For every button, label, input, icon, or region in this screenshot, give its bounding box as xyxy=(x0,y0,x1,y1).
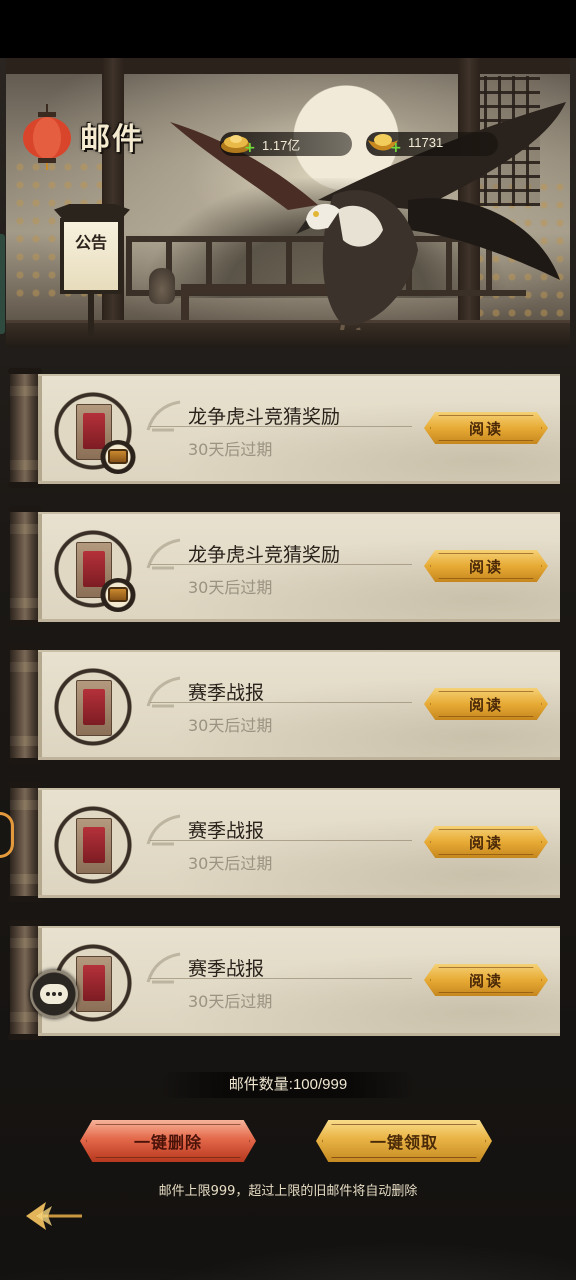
envelope-icon xyxy=(54,668,132,746)
scroll-cap xyxy=(8,482,42,488)
scroll-cap xyxy=(8,368,42,374)
read-button[interactable]: 阅读 xyxy=(424,964,548,996)
scroll-cap xyxy=(8,782,42,788)
envelope-shape xyxy=(76,680,112,736)
back-arrow-icon[interactable] xyxy=(22,1196,84,1236)
scroll-rod xyxy=(8,506,42,626)
mail-item[interactable]: 赛季战报 30天后过期 阅读 xyxy=(8,916,564,1040)
mail-expiry: 30天后过期 xyxy=(188,440,273,459)
paper-edge xyxy=(38,790,42,895)
scroll-band xyxy=(10,386,40,396)
scroll-band xyxy=(10,662,40,672)
scroll-cap xyxy=(8,1034,42,1040)
read-button[interactable]: 阅读 xyxy=(424,688,548,720)
gold-value: 1.17亿 xyxy=(262,138,301,153)
mail-expiry: 30天后过期 xyxy=(188,992,273,1011)
mail-screen: 邮件 公告 + 1.17亿 + 11731 龙争虎斗竞猜奖励 30天后过期 阅读… xyxy=(0,58,576,1280)
mail-subject: 龙争虎斗竞猜奖励 xyxy=(188,544,341,566)
delete-all-button[interactable]: 一键删除 xyxy=(80,1120,256,1162)
envelope-shape xyxy=(76,956,112,1012)
scroll-band xyxy=(10,938,40,948)
scroll-cap xyxy=(8,644,42,650)
scroll-rod xyxy=(8,368,42,488)
paper-edge xyxy=(38,652,42,757)
page-title: 邮件 xyxy=(80,122,144,157)
read-button-label: 阅读 xyxy=(468,557,503,576)
read-button[interactable]: 阅读 xyxy=(424,412,548,444)
read-button-label: 阅读 xyxy=(468,695,503,714)
scroll-band xyxy=(10,524,40,534)
side-edge-tab xyxy=(0,234,5,334)
ink-deco-icon xyxy=(146,676,181,708)
status-bar-area xyxy=(0,0,576,58)
roof-beam xyxy=(6,58,570,74)
mail-subject: 赛季战报 xyxy=(188,958,265,980)
claim-all-button[interactable]: 一键领取 xyxy=(316,1120,492,1162)
claim-all-label: 一键领取 xyxy=(369,1133,438,1152)
mail-expiry: 30天后过期 xyxy=(188,854,273,873)
notice-pole xyxy=(88,294,94,336)
scroll-cap xyxy=(8,758,42,764)
delete-all-label: 一键删除 xyxy=(133,1133,202,1152)
scroll-cap xyxy=(8,920,42,926)
ink-swirl-bg xyxy=(0,1208,576,1280)
mail-item[interactable]: 赛季战报 30天后过期 阅读 xyxy=(8,778,564,902)
scroll-band xyxy=(10,598,40,608)
scroll-cap xyxy=(8,506,42,512)
chat-dot xyxy=(46,992,50,996)
chat-bubble-shape xyxy=(40,984,68,1004)
ink-deco-icon xyxy=(146,952,181,984)
scroll-band xyxy=(10,736,40,746)
read-button-label: 阅读 xyxy=(468,971,503,990)
scroll-rod xyxy=(8,782,42,902)
read-button[interactable]: 阅读 xyxy=(424,826,548,858)
mail-item[interactable]: 龙争虎斗竞猜奖励 30天后过期 阅读 xyxy=(8,364,564,488)
mail-list[interactable]: 龙争虎斗竞猜奖励 30天后过期 阅读 龙争虎斗竞猜奖励 30天后过期 阅读 赛季… xyxy=(6,348,570,1056)
mail-item[interactable]: 赛季战报 30天后过期 阅读 xyxy=(8,640,564,764)
side-float-ring[interactable] xyxy=(0,812,14,858)
gold-currency-display[interactable]: + 1.17亿 xyxy=(220,132,352,156)
mail-subject: 赛季战报 xyxy=(188,682,265,704)
chat-dot xyxy=(52,992,56,996)
scroll-band xyxy=(10,1012,40,1022)
envelope-shape xyxy=(76,818,112,874)
yuanbao-value: 11731 xyxy=(408,135,444,150)
scroll-cap xyxy=(8,620,42,626)
read-button-label: 阅读 xyxy=(468,833,503,852)
chat-dot xyxy=(58,992,62,996)
lantern-icon xyxy=(23,104,71,170)
read-button-label: 阅读 xyxy=(468,419,503,438)
chat-icon[interactable] xyxy=(30,970,78,1018)
mail-limit-hint: 邮件上限999，超过上限的旧邮件将自动删除 xyxy=(158,1184,418,1199)
ink-deco-icon xyxy=(146,400,181,432)
read-button[interactable]: 阅读 xyxy=(424,550,548,582)
paper-edge xyxy=(38,514,42,619)
scroll-band xyxy=(10,800,40,810)
notice-panel: 公告 xyxy=(60,218,122,294)
ink-deco-icon xyxy=(146,538,181,570)
plus-icon: + xyxy=(244,140,256,156)
ink-deco-icon xyxy=(146,814,181,846)
notice-roof xyxy=(54,204,130,218)
mail-expiry: 30天后过期 xyxy=(188,716,273,735)
mail-subject: 龙争虎斗竞猜奖励 xyxy=(188,406,341,428)
treasure-chest-icon xyxy=(100,440,136,474)
plus-icon: + xyxy=(390,140,402,156)
scroll-rod xyxy=(8,644,42,764)
notice-board-button[interactable]: 公告 xyxy=(50,204,134,340)
scroll-band xyxy=(10,460,40,470)
scroll-cap xyxy=(8,896,42,902)
yuanbao-currency-display[interactable]: + 11731 xyxy=(366,132,498,156)
mail-expiry: 30天后过期 xyxy=(188,578,273,597)
mail-count: 邮件数量:100/999 xyxy=(160,1072,416,1098)
mail-item[interactable]: 龙争虎斗竞猜奖励 30天后过期 阅读 xyxy=(8,502,564,626)
scroll-band xyxy=(10,874,40,884)
notice-label: 公告 xyxy=(74,233,107,252)
mail-subject: 赛季战报 xyxy=(188,820,265,842)
treasure-chest-icon xyxy=(100,578,136,612)
envelope-icon xyxy=(54,806,132,884)
paper-edge xyxy=(38,376,42,481)
